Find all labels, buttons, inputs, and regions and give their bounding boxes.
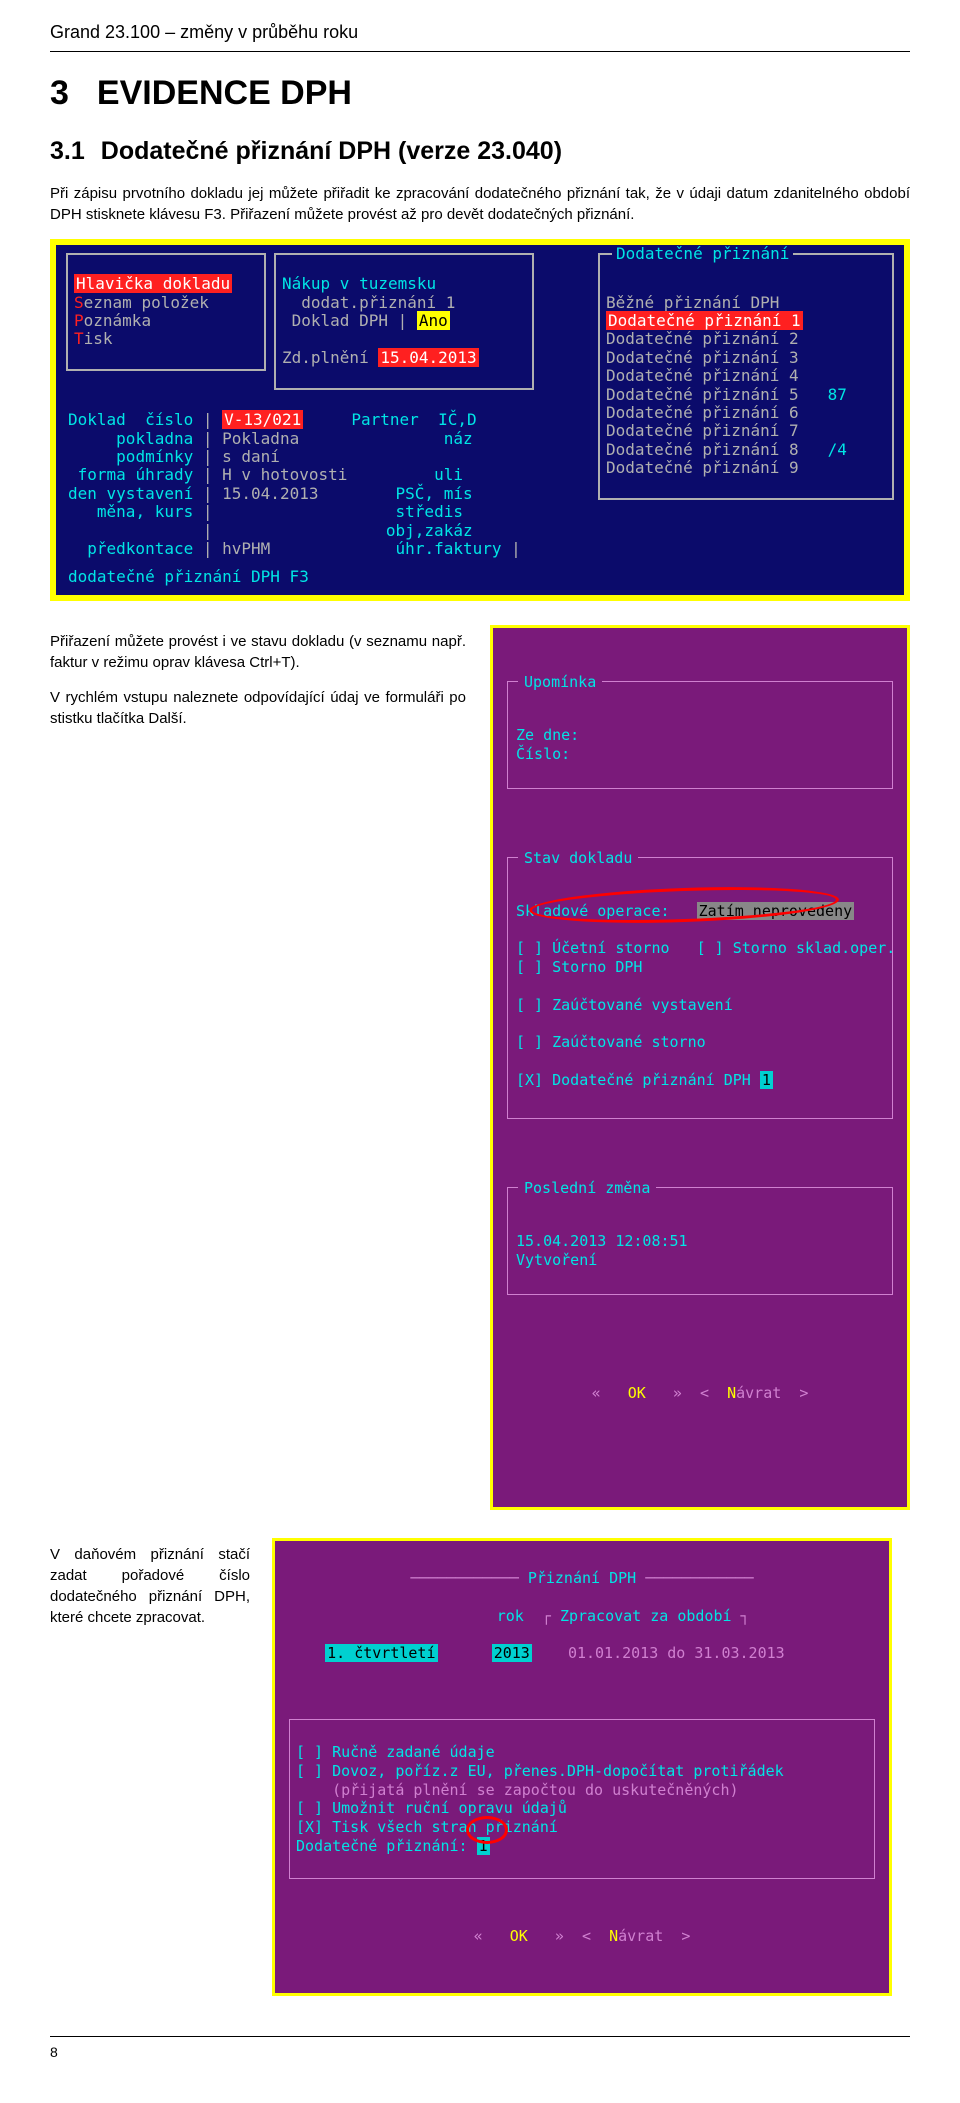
intro-paragraph: Při zápisu prvotního dokladu jej můžete … — [50, 183, 910, 225]
subsection-text: Dodatečné přiznání DPH (verze 23.040) — [101, 137, 562, 165]
fl-mena: měna, kurs — [97, 502, 193, 521]
menu-item-tisk[interactable]: Tisk — [74, 329, 113, 348]
screenshot-2: Upomínka Ze dne: Číslo: Stav dokladu Skl… — [490, 625, 910, 1510]
upominka-title: Upomínka — [518, 673, 602, 692]
para3: V daňovém přiznání stačí zadat pořadové … — [50, 1544, 250, 1628]
fl-forma: forma úhrady — [78, 465, 194, 484]
popup-item-3[interactable]: Dodatečné přiznání 3 — [606, 348, 799, 367]
fl-den: den vystavení — [68, 484, 193, 503]
sklad-value: Zatím neprovedeny — [697, 902, 855, 920]
left-menu: Hlavička dokladu Seznam položek Poznámka… — [66, 253, 266, 371]
popup-item-0[interactable]: Běžné přiznání DPH — [606, 293, 779, 312]
rok-label: rok — [497, 1607, 524, 1625]
fv-den[interactable]: 15.04.2013 — [222, 484, 318, 503]
popup-item-1-selected[interactable]: Dodatečné přiznání 1 — [606, 311, 803, 330]
chk-dodatecne-value[interactable]: 1 — [760, 1071, 773, 1089]
subsection-title: 3.1 Dodatečné přiznání DPH (verze 23.040) — [50, 134, 910, 169]
popup-item-2[interactable]: Dodatečné přiznání 2 — [606, 329, 799, 348]
shot3-period-row: 1. čtvrtletí 2013 01.01.2013 do 31.03.20… — [289, 1644, 875, 1663]
menu-item-seznam[interactable]: Seznam položek — [74, 293, 209, 312]
dodatecne-label: Dodatečné přiznání: — [296, 1837, 468, 1855]
para2b: V rychlém vstupu naleznete odpovídající … — [50, 687, 466, 729]
fp-obj: obj,zakáz — [386, 521, 473, 540]
period-range: 01.01.2013 do 31.03.2013 — [568, 1644, 785, 1662]
ok-button[interactable]: OK — [628, 1384, 646, 1402]
chk-zauctovane-storno[interactable]: [ ] Zaúčtované storno — [516, 1033, 706, 1051]
fv-forma[interactable]: H v hotovosti — [222, 465, 347, 484]
chk-tisk[interactable]: [X] Tisk všech stran přiznání — [296, 1818, 558, 1836]
screenshot-3: ──────────── Přiznání DPH ──────────── r… — [272, 1538, 892, 1997]
chk-storno-sklad[interactable]: [ ] Storno sklad.oper. — [697, 939, 896, 957]
chk-rucne[interactable]: [ ] Ručně zadané údaje — [296, 1743, 495, 1761]
shot3-title: Přiznání DPH — [528, 1569, 636, 1587]
chk-dodatecne-priznani[interactable]: [X] Dodatečné přiznání DPH — [516, 1071, 760, 1089]
section-number: 3 — [50, 74, 69, 112]
section-title: 3 EVIDENCE DPH — [50, 70, 910, 118]
upominka-box: Upomínka Ze dne: Číslo: — [507, 681, 893, 789]
fp-psc: PSČ, mís — [396, 484, 473, 503]
page-header: Grand 23.100 – změny v průběhu roku — [50, 20, 910, 45]
popup-item-4[interactable]: Dodatečné přiznání 4 — [606, 366, 799, 385]
sklad-label: Skladové operace: — [516, 902, 670, 920]
screenshot-1-frame: Hlavička dokladu Seznam položek Poznámka… — [50, 239, 910, 601]
upominka-ze-dne: Ze dne: — [516, 726, 579, 744]
fl-pokladna: pokladna — [116, 429, 193, 448]
fv-pokladna[interactable]: Pokladna — [222, 429, 299, 448]
fp-stred: středis — [396, 502, 463, 521]
chk-dovoz-sub: (přijatá plnění se započtou do uskutečně… — [332, 1781, 738, 1799]
rule — [50, 51, 910, 52]
shot3-title-row: ──────────── Přiznání DPH ──────────── — [289, 1569, 875, 1588]
ctvrtleti[interactable]: 1. čtvrtletí — [325, 1644, 437, 1662]
zdplneni-label: Zd.plnění — [282, 348, 369, 367]
shot3-buttons: « OK » < Návrat > — [289, 1908, 875, 1946]
fv-predk[interactable]: hvPHM — [222, 539, 270, 558]
stav-title: Stav dokladu — [518, 849, 638, 868]
chk-umoznit[interactable]: [ ] Umožnit ruční opravu údajů — [296, 1799, 567, 1817]
chk-storno-dph[interactable]: [ ] Storno DPH — [516, 958, 642, 976]
chk-zauctovane-vyst[interactable]: [ ] Zaúčtované vystavení — [516, 996, 733, 1014]
fp-uhr: úhr.faktury — [396, 539, 502, 558]
fp-uli: uli — [434, 465, 463, 484]
posledni-title: Poslední změna — [518, 1179, 656, 1198]
nakup-title: Nákup v tuzemsku — [282, 274, 436, 293]
doklad-dph-label: Doklad DPH — [292, 311, 388, 330]
zdplneni-value[interactable]: 15.04.2013 — [378, 348, 478, 367]
chk-dovoz[interactable]: [ ] Dovoz, poříz.z EU, přenes.DPH-dopočí… — [296, 1762, 784, 1780]
subsection-number: 3.1 — [50, 137, 85, 165]
doklad-dph-value[interactable]: Ano — [417, 311, 450, 330]
menu-item-poznamka[interactable]: Poznámka — [74, 311, 151, 330]
navrat-button-3[interactable]: Návrat — [609, 1927, 663, 1945]
stav-box: Stav dokladu Skladové operace: Zatím nep… — [507, 857, 893, 1119]
section-text: EVIDENCE DPH — [97, 74, 352, 112]
chk-ucetni-storno[interactable]: [ ] Účetní storno — [516, 939, 670, 957]
posledni-date: 15.04.2013 12:08:51 — [516, 1232, 688, 1250]
fp-partner: Partner IČ,D — [351, 410, 476, 429]
fp-naz: náz — [444, 429, 473, 448]
fv-podminky[interactable]: s daní — [222, 447, 280, 466]
period-title: Zpracovat za období — [560, 1607, 732, 1625]
nakup-dodat: dodat.přiznání 1 — [301, 293, 455, 312]
status-bar: dodatečné přiznání DPH F3 — [68, 568, 309, 586]
shot3-header: rok ┌ Zpracovat za období ┐ — [289, 1607, 875, 1626]
shot3-options: [ ] Ručně zadané údaje [ ] Dovoz, poříz.… — [289, 1719, 875, 1879]
nakup-box: Nákup v tuzemsku dodat.přiznání 1 Doklad… — [274, 253, 534, 390]
page-footer: 8 — [50, 2036, 910, 2063]
fl-predk: předkontace — [87, 539, 193, 558]
form-body: Doklad číslo | V-13/021 Partner IČ,D pok… — [68, 393, 892, 559]
fv-doklad[interactable]: V-13/021 — [222, 410, 303, 429]
navrat-button[interactable]: Návrat — [727, 1384, 781, 1402]
buttons-row: « OK » < Návrat > — [507, 1365, 893, 1421]
fl-podminky: podmínky — [116, 447, 193, 466]
ok-button-3[interactable]: OK — [510, 1927, 528, 1945]
posledni-vytvoreni: Vytvoření — [516, 1251, 597, 1269]
screenshot-1: Hlavička dokladu Seznam položek Poznámka… — [56, 245, 904, 595]
popup-title: Dodatečné přiznání — [612, 245, 793, 263]
para2a: Přiřazení můžete provést i ve stavu dokl… — [50, 631, 466, 673]
upominka-cislo: Číslo: — [516, 745, 570, 763]
menu-item-hlavicka[interactable]: Hlavička dokladu — [74, 274, 232, 293]
rok-value[interactable]: 2013 — [492, 1644, 532, 1662]
fl-doklad: Doklad číslo — [68, 410, 193, 429]
dodatecne-value[interactable]: 1 — [477, 1837, 490, 1855]
posledni-box: Poslední změna 15.04.2013 12:08:51 Vytvo… — [507, 1187, 893, 1295]
